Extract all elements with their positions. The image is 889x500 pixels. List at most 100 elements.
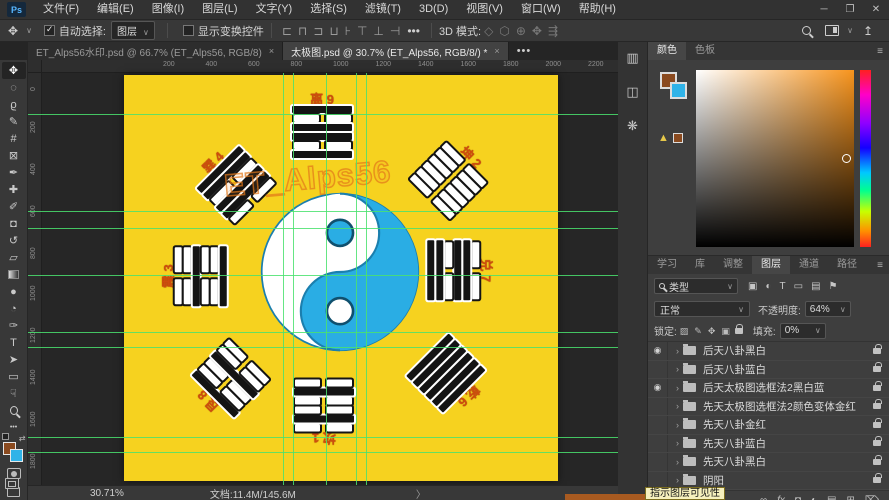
expand-group-icon[interactable]: › <box>676 475 679 485</box>
gamut-warning-swatch[interactable] <box>673 133 683 143</box>
lock-option-icon[interactable]: ✎ <box>694 326 702 336</box>
status-chevron-icon[interactable]: 〉 <box>416 486 426 500</box>
align-icon[interactable]: ⊣ <box>390 24 400 38</box>
guide-line[interactable] <box>28 211 618 212</box>
expand-group-icon[interactable]: › <box>676 346 679 356</box>
canvas-area[interactable]: 2004006008001000120014001600180020002200… <box>28 60 618 485</box>
menu-item[interactable]: 视图(V) <box>457 0 512 19</box>
auto-select-checkbox[interactable] <box>44 25 55 36</box>
align-icon[interactable]: ⊓ <box>298 24 307 38</box>
layer-row[interactable]: › 先天八卦蓝白 <box>648 435 889 454</box>
layer-name[interactable]: 先天太极图选框法2颜色变体金红 <box>703 399 856 414</box>
share-panel-icon[interactable]: ❋ <box>627 118 638 134</box>
dodge-tool-icon[interactable]: ◔ <box>2 300 26 317</box>
layer-visibility-icon[interactable] <box>648 435 668 453</box>
layer-visibility-icon[interactable] <box>648 361 668 379</box>
tab-通道[interactable]: 通道 <box>790 256 828 274</box>
expand-group-icon[interactable]: › <box>676 383 679 393</box>
share-icon[interactable]: ↥ <box>863 24 873 38</box>
lock-option-icon[interactable]: ▣ <box>721 326 730 336</box>
auto-select-target-select[interactable]: 图层∨ <box>111 21 155 40</box>
blend-mode-select[interactable]: 正常∨ <box>654 301 750 317</box>
menu-item[interactable]: 文字(Y) <box>247 0 302 19</box>
layer-visibility-icon[interactable] <box>648 416 668 434</box>
menu-item[interactable]: 图像(I) <box>143 0 193 19</box>
layer-name[interactable]: 先天八卦蓝白 <box>703 436 766 451</box>
restore-button[interactable]: ❐ <box>837 0 863 19</box>
eyedropper-tool-icon[interactable]: ✒ <box>2 164 26 181</box>
guide-line[interactable] <box>28 332 618 333</box>
gamut-warning-icon[interactable]: ▲ <box>658 132 669 144</box>
guide-line[interactable] <box>28 228 618 229</box>
history-brush-tool-icon[interactable]: ↺ <box>2 232 26 249</box>
expand-group-icon[interactable]: › <box>676 420 679 430</box>
layer-name[interactable]: 后天八卦蓝白 <box>703 362 766 377</box>
expand-group-icon[interactable]: › <box>676 457 679 467</box>
layer-visibility-icon[interactable] <box>648 398 668 416</box>
type-tool-icon[interactable]: T <box>2 334 26 351</box>
zoom-level[interactable]: 30.71% <box>90 488 124 499</box>
lasso-tool-icon[interactable]: ϱ <box>2 96 26 113</box>
align-icon[interactable]: ⊦ <box>345 24 351 38</box>
tab-color[interactable]: 颜色 <box>648 42 686 60</box>
document-tab-inactive[interactable]: ET_Alps56水印.psd @ 66.7% (ET_Alps56, RGB/… <box>28 42 283 60</box>
hue-slider[interactable] <box>860 70 871 247</box>
zoom-tool-icon[interactable] <box>2 402 26 419</box>
export-panel-icon[interactable]: ◫ <box>626 84 638 100</box>
layer-row[interactable]: ›后天八卦蓝白 <box>648 361 889 380</box>
search-icon[interactable] <box>802 26 811 35</box>
align-icon[interactable]: ⊏ <box>282 24 292 38</box>
workspace-dropdown-icon[interactable]: ∨ <box>847 26 853 35</box>
expand-group-icon[interactable]: › <box>676 438 679 448</box>
guide-line[interactable] <box>28 437 618 438</box>
tab-swatches[interactable]: 色板 <box>686 42 724 60</box>
expand-group-icon[interactable]: › <box>676 401 679 411</box>
pen-tool-icon[interactable]: ✑ <box>2 317 26 334</box>
opacity-select[interactable]: 64%∨ <box>805 301 851 317</box>
gradient-tool-icon[interactable] <box>2 266 26 283</box>
shape-tool-icon[interactable]: ▭ <box>2 368 26 385</box>
minimize-button[interactable]: ─ <box>811 0 837 19</box>
layer-filter-icon[interactable]: T <box>780 281 786 292</box>
layer-visibility-icon[interactable]: ◉ <box>648 342 668 360</box>
align-icon[interactable]: ⊤ <box>357 24 367 38</box>
brush-tool-icon[interactable]: ✐ <box>2 198 26 215</box>
layer-row[interactable]: ◉›后天八卦黑白 <box>648 342 889 361</box>
close-button[interactable]: ✕ <box>863 0 889 19</box>
path-select-tool-icon[interactable]: ➤ <box>2 351 26 368</box>
guide-line[interactable] <box>28 114 618 115</box>
guide-line[interactable] <box>28 347 618 348</box>
menu-item[interactable]: 窗口(W) <box>512 0 570 19</box>
menu-item[interactable]: 编辑(E) <box>88 0 143 19</box>
tab-调整[interactable]: 调整 <box>714 256 752 274</box>
panel-menu-icon[interactable]: ≡ <box>877 46 883 57</box>
layer-effects-icon[interactable]: fx <box>777 495 785 500</box>
layer-row[interactable]: › 先天八卦黑白 <box>648 453 889 472</box>
layer-name[interactable]: 先天八卦金红 <box>703 417 766 432</box>
blur-tool-icon[interactable]: ● <box>2 283 26 300</box>
frame-tool-icon[interactable]: ⊠ <box>2 147 26 164</box>
layer-name[interactable]: 先天八卦黑白 <box>703 454 766 469</box>
panel-background-swatch[interactable] <box>670 82 687 99</box>
hand-tool-icon[interactable]: ☟ <box>2 385 26 402</box>
guide-line[interactable] <box>28 275 618 276</box>
adjustment-layer-icon[interactable]: ◐ <box>811 495 817 500</box>
move-tool-icon[interactable]: ✥ <box>2 62 26 79</box>
tab-图层[interactable]: 图层 <box>752 256 790 274</box>
workspace-switcher-icon[interactable] <box>825 25 839 36</box>
fill-select[interactable]: 0%∨ <box>780 323 826 339</box>
align-icon[interactable]: ⊔ <box>329 24 338 38</box>
clone-stamp-tool-icon[interactable]: ◘ <box>2 215 26 232</box>
layer-filter-icon[interactable]: ▤ <box>811 281 820 292</box>
layer-filter-icon[interactable]: ▣ <box>748 281 757 292</box>
lock-all-icon[interactable] <box>735 328 743 334</box>
tab-overflow-icon[interactable]: ••• <box>509 42 540 60</box>
menu-item[interactable]: 图层(L) <box>193 0 246 19</box>
color-picker-marker[interactable] <box>842 154 851 163</box>
filter-type-select[interactable]: 类型∨ <box>654 278 738 294</box>
guide-line[interactable] <box>283 73 284 485</box>
lock-option-icon[interactable]: ✥ <box>708 326 716 336</box>
align-icon[interactable]: ⊥ <box>373 24 383 38</box>
layer-name[interactable]: 阴阳 <box>703 473 724 488</box>
guide-line[interactable] <box>293 73 294 485</box>
